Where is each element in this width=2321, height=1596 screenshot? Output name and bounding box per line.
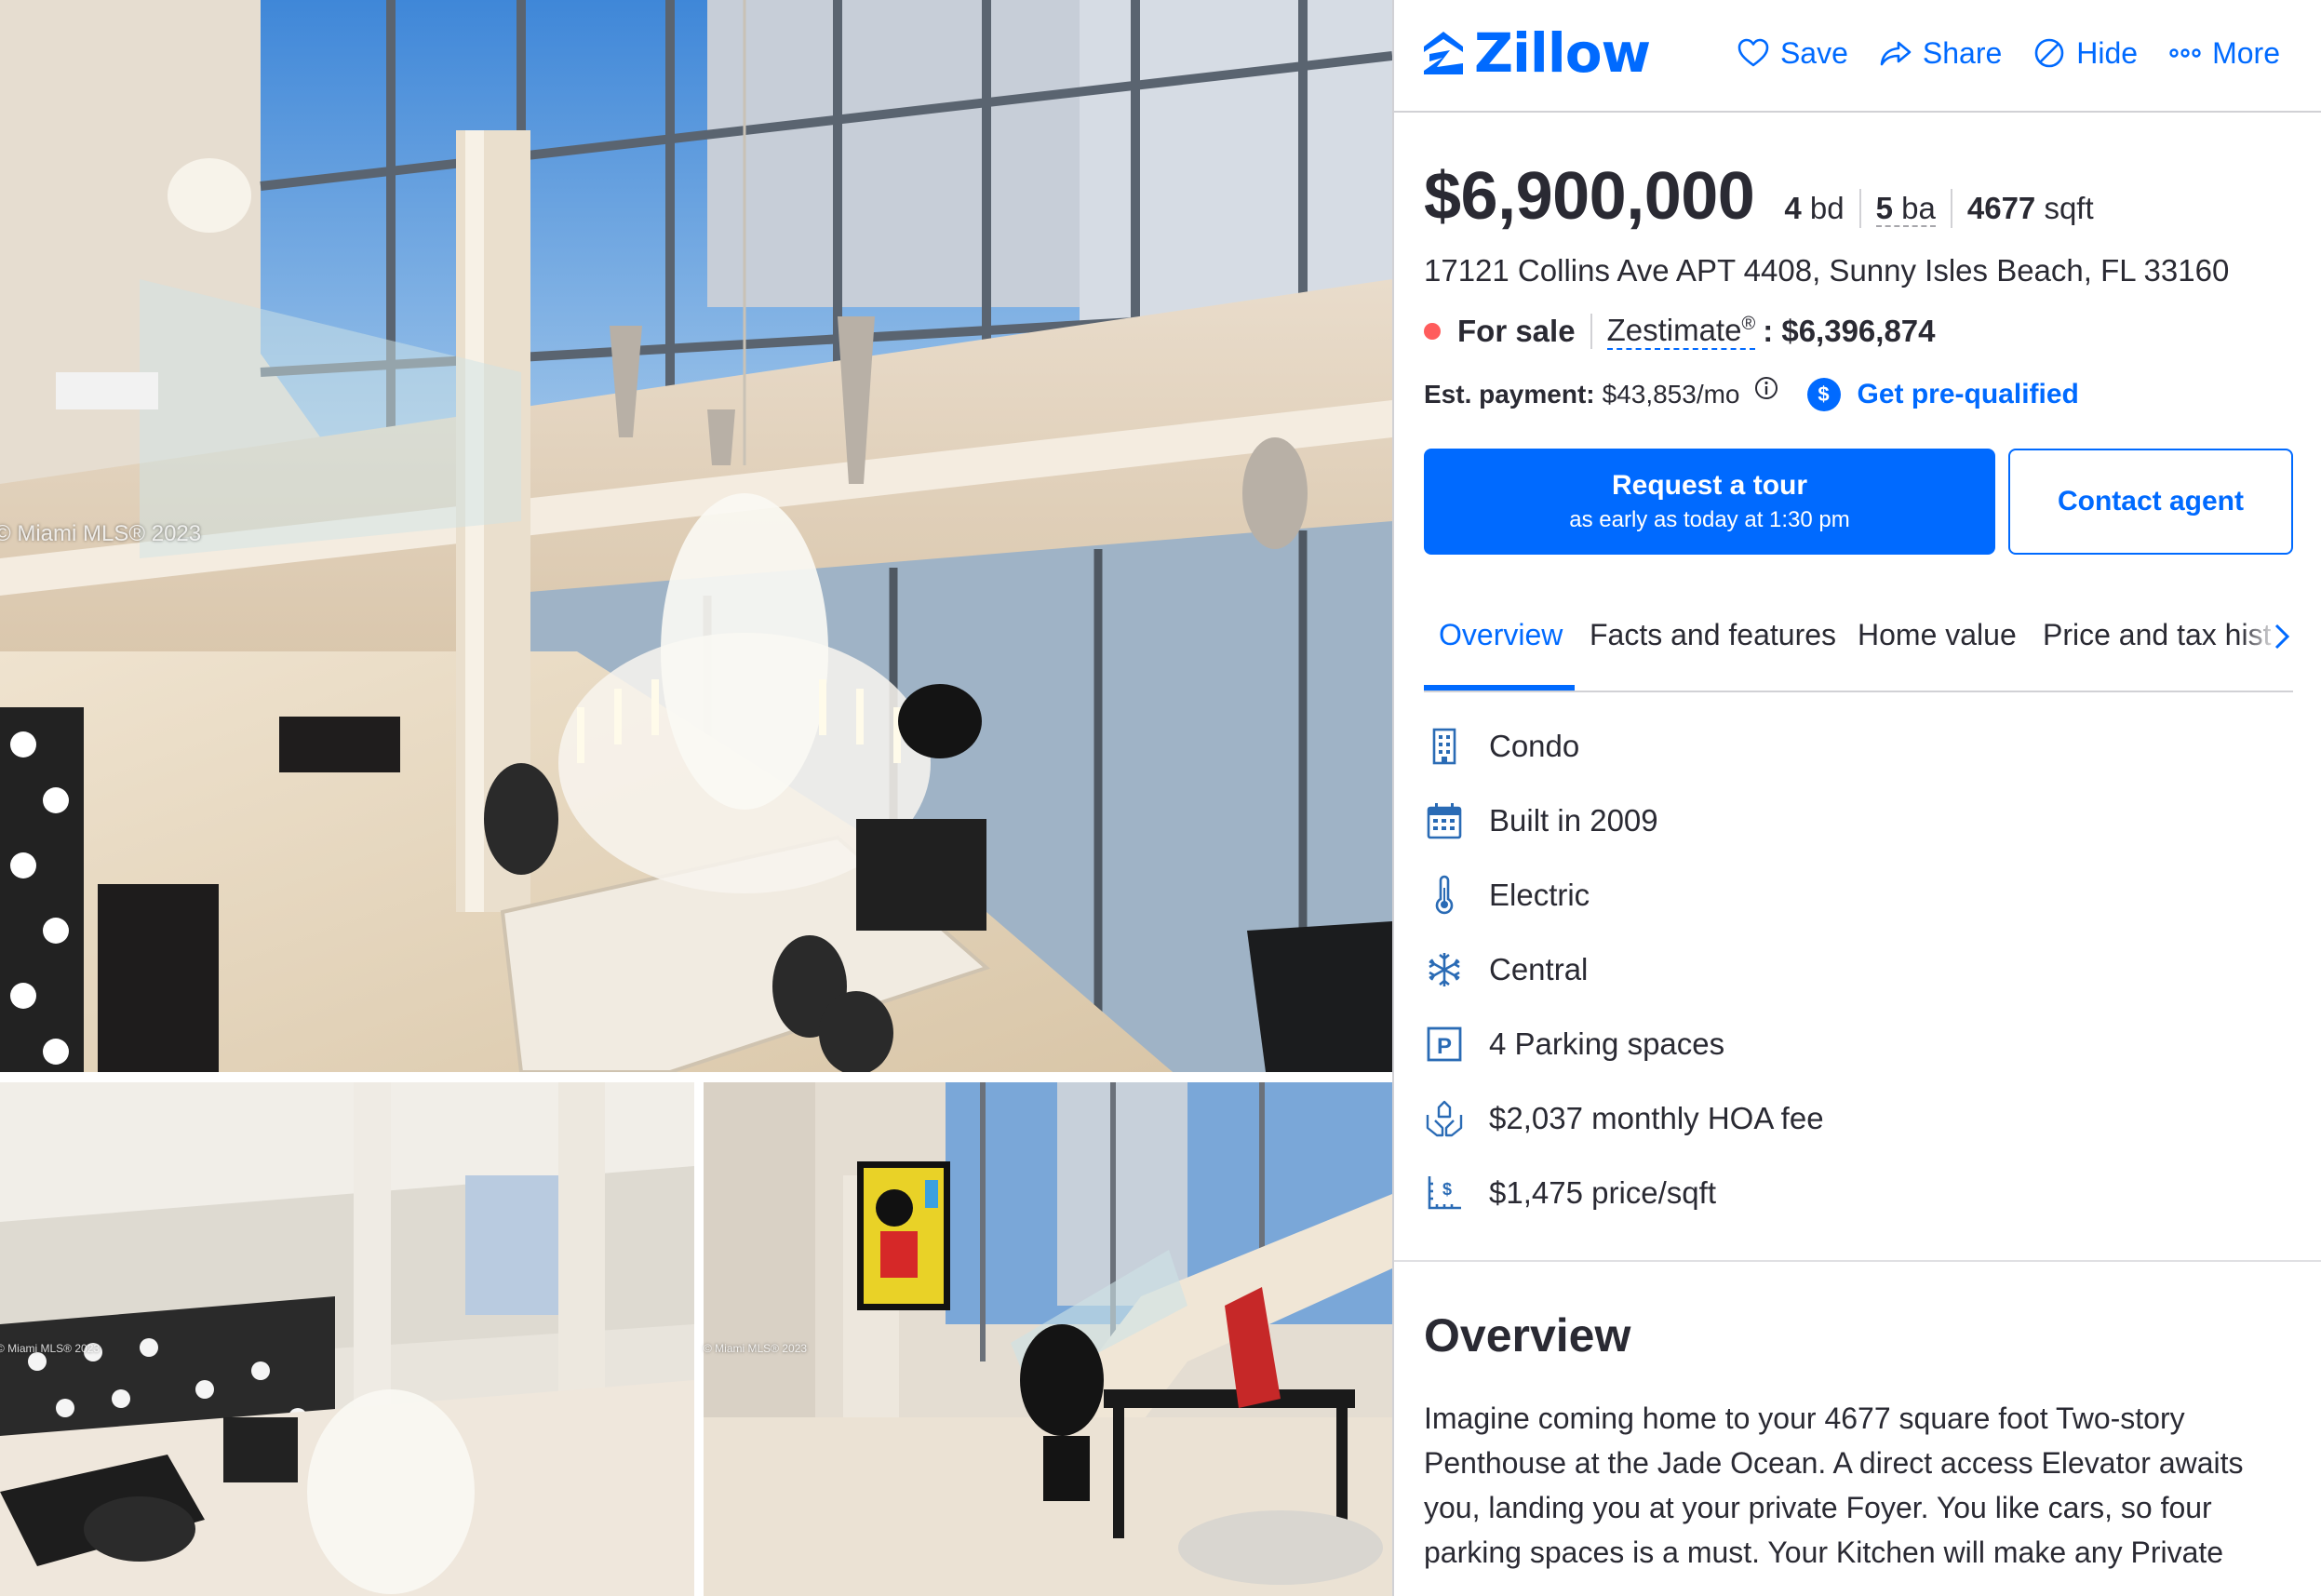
photo-gallery: © Miami MLS® 2023 © Miami MLS® 2023 © Mi…: [0, 0, 1392, 1596]
feature-label: Built in 2009: [1489, 803, 1658, 838]
section-tabs: Overview Facts and features Home value P…: [1424, 596, 2293, 692]
share-icon: [1880, 41, 1912, 66]
get-prequalified-link[interactable]: Get pre-qualified: [1858, 379, 2079, 410]
beds-value: 4: [1784, 191, 1802, 225]
payment-label: Est. payment:: [1424, 380, 1595, 409]
tabs-scroll-right-button[interactable]: [2267, 618, 2295, 655]
feature-hoa: $2,037 monthly HOA fee: [1424, 1098, 1824, 1139]
share-label: Share: [1922, 35, 2003, 70]
hide-icon: [2034, 38, 2064, 68]
feature-price-per-sqft: $ $1,475 price/sqft: [1424, 1173, 1716, 1214]
tab-home-value[interactable]: Home value: [1858, 618, 2017, 652]
save-button[interactable]: Save: [1736, 35, 1848, 71]
feature-label: Condo: [1489, 729, 1580, 763]
photo-watermark-3: © Miami MLS® 2023: [704, 1342, 808, 1355]
status-row: For sale Zestimate® : $6,396,874: [1424, 313, 1936, 350]
listing-price: $6,900,000: [1424, 159, 1755, 234]
feature-heating: Electric: [1424, 875, 1590, 916]
sqft-unit: sqft: [2044, 191, 2094, 225]
save-label: Save: [1779, 35, 1848, 70]
header-bar: Zillow Save Share Hide More: [1394, 0, 2321, 113]
photo-watermark-2: © Miami MLS® 2023: [0, 1342, 101, 1355]
calendar-icon: [1427, 803, 1462, 839]
feature-label: 4 Parking spaces: [1489, 1026, 1725, 1061]
zestimate-registered-mark: ®: [1741, 314, 1756, 334]
beds-unit: bd: [1809, 191, 1845, 225]
home-facts: 4 bd 5 ba 4677 sqft: [1784, 189, 2108, 228]
chevron-right-icon: [2274, 624, 2290, 650]
baths-fact[interactable]: 5 ba: [1861, 189, 1952, 228]
listing-photo-2[interactable]: [0, 1082, 694, 1596]
hoa-hands-icon: [1426, 1100, 1463, 1137]
feature-cooling: Central: [1424, 949, 1588, 990]
feature-home-type: Condo: [1424, 726, 1579, 767]
zillow-logo[interactable]: Zillow: [1422, 21, 1651, 85]
zestimate-value: : $6,396,874: [1763, 314, 1936, 348]
price-summary: $6,900,000 4 bd 5 ba 4677 sqft: [1424, 158, 2109, 235]
hide-button[interactable]: Hide: [2032, 35, 2138, 71]
snowflake-icon: [1429, 953, 1460, 986]
zillow-logo-text: Zillow: [1474, 21, 1651, 85]
svg-text:P: P: [1437, 1034, 1452, 1059]
request-tour-label: Request a tour: [1611, 470, 1808, 501]
tab-price-and-tax-history[interactable]: Price and tax hist: [2043, 618, 2271, 652]
sqft-fact: 4677 sqft: [1952, 189, 2109, 228]
payment-value: $43,853/mo: [1602, 380, 1740, 409]
feature-label: $2,037 monthly HOA fee: [1489, 1101, 1824, 1135]
thermometer-icon: [1435, 875, 1454, 915]
baths-value: 5: [1875, 191, 1893, 225]
section-divider: [1394, 1260, 2321, 1262]
status-dot-icon: [1424, 323, 1441, 340]
more-label: More: [2212, 35, 2280, 70]
info-icon[interactable]: [1753, 375, 1779, 401]
main-listing-photo[interactable]: [0, 0, 1392, 1072]
feature-label: Electric: [1489, 878, 1590, 912]
price-sqft-icon: $: [1428, 1176, 1461, 1210]
share-button[interactable]: Share: [1878, 35, 2002, 71]
baths-unit: ba: [1901, 191, 1936, 225]
heart-icon: [1737, 38, 1769, 67]
feature-label: $1,475 price/sqft: [1489, 1175, 1716, 1210]
payment-row: Est. payment: $43,853/mo $ Get pre-quali…: [1424, 375, 2079, 411]
more-icon: [2169, 48, 2201, 58]
zestimate-label: Zestimate: [1606, 313, 1742, 347]
listing-details-panel: Zillow Save Share Hide More $6,900,000 4…: [1392, 0, 2321, 1596]
more-button[interactable]: More: [2167, 35, 2280, 71]
overview-heading: Overview: [1424, 1309, 1631, 1361]
dollar-circle-icon: $: [1806, 378, 1841, 411]
photo-watermark: © Miami MLS® 2023: [0, 521, 202, 546]
listing-actions: Save Share Hide More: [1706, 35, 2280, 71]
tab-overview[interactable]: Overview: [1439, 618, 1563, 652]
feature-label: Central: [1489, 952, 1589, 986]
request-tour-button[interactable]: Request a tour as early as today at 1:30…: [1424, 449, 1995, 555]
feature-year-built: Built in 2009: [1424, 800, 1658, 841]
beds-fact: 4 bd: [1784, 189, 1861, 228]
tab-facts-and-features[interactable]: Facts and features: [1590, 618, 1836, 652]
hide-label: Hide: [2076, 35, 2139, 70]
listing-status: For sale: [1457, 314, 1592, 349]
listing-address: 17121 Collins Ave APT 4408, Sunny Isles …: [1424, 253, 2230, 288]
sqft-value: 4677: [1966, 191, 2036, 225]
svg-text:$: $: [1442, 1180, 1452, 1199]
overview-description: Imagine coming home to your 4677 square …: [1424, 1402, 2244, 1569]
request-tour-sublabel: as early as today at 1:30 pm: [1569, 507, 1850, 532]
contact-agent-button[interactable]: Contact agent: [2008, 449, 2293, 555]
zestimate-link[interactable]: Zestimate®: [1606, 313, 1756, 350]
active-tab-indicator: [1424, 685, 1575, 691]
building-icon: [1432, 728, 1456, 765]
parking-icon: P: [1427, 1026, 1462, 1062]
listing-photo-3[interactable]: [704, 1082, 1392, 1596]
feature-parking: P 4 Parking spaces: [1424, 1024, 1724, 1065]
zillow-logo-icon: [1424, 32, 1463, 74]
